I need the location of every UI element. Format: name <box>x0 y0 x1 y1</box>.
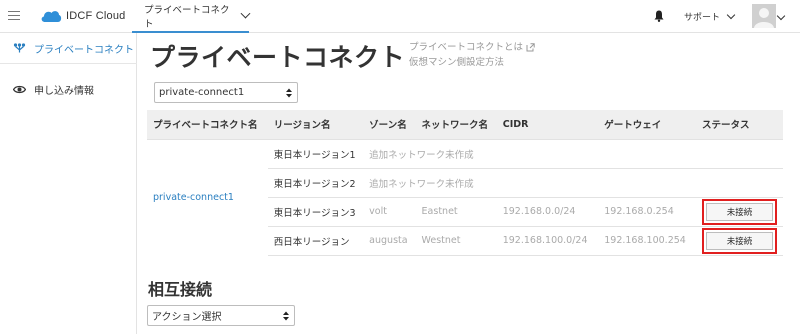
external-link-icon <box>526 43 535 52</box>
cloud-logo-icon <box>41 11 62 22</box>
private-connect-table: プライベートコネクト名 リージョン名 ゾーン名 ネットワーク名 CIDR ゲート… <box>147 110 783 256</box>
top-bar: IDCF Cloud プライベートコネクト サポート <box>0 0 800 33</box>
status-highlight: 未接続 <box>702 227 777 254</box>
menu-icon[interactable] <box>8 11 20 21</box>
zone-cell: augusta <box>363 225 416 256</box>
region-cell: 東日本リージョン2 <box>267 167 364 197</box>
help-links: プライベートコネクトとは 仮想マシン側設定方法 <box>409 40 535 70</box>
support-label: サポート <box>684 13 721 23</box>
column-header: ゲートウェイ <box>598 110 696 139</box>
table-header-row: プライベートコネクト名 リージョン名 ゾーン名 ネットワーク名 CIDR ゲート… <box>147 110 783 139</box>
private-connect-link[interactable]: private-connect1 <box>147 138 268 255</box>
cidr-cell: 192.168.0.0/24 <box>496 196 599 226</box>
network-not-created-cell: 追加ネットワーク未作成 <box>363 167 783 197</box>
select-arrows-icon <box>283 311 289 320</box>
column-header: ネットワーク名 <box>415 110 497 139</box>
support-menu[interactable]: サポート <box>684 10 736 23</box>
column-header: CIDR <box>496 110 599 139</box>
network-not-created-cell: 追加ネットワーク未作成 <box>363 138 783 168</box>
help-link-label: プライベートコネクトとは <box>409 42 524 53</box>
status-cell: 未接続 <box>696 225 783 256</box>
help-link-about[interactable]: プライベートコネクトとは <box>409 40 535 55</box>
chevron-down-icon <box>726 10 736 20</box>
sidebar-item-label: 申し込み情報 <box>34 85 94 97</box>
sidebar: プライベートコネクト 申し込み情報 <box>0 33 137 334</box>
column-header: リージョン名 <box>267 110 364 139</box>
table-row: private-connect1 東日本リージョン1 追加ネットワーク未作成 <box>147 138 783 255</box>
select-value: アクション選択 <box>152 312 222 323</box>
cidr-cell: 192.168.100.0/24 <box>496 225 599 256</box>
zone-cell: volt <box>363 196 416 226</box>
region-cell: 西日本リージョン <box>267 225 364 256</box>
gateway-cell: 192.168.100.254 <box>598 225 696 256</box>
chevron-down-icon[interactable] <box>776 11 786 21</box>
user-icon <box>752 4 776 28</box>
sidebar-divider <box>0 63 137 64</box>
column-header: ステータス <box>696 110 783 139</box>
select-value: private-connect1 <box>159 87 245 98</box>
brand-name: IDCF Cloud <box>66 10 126 22</box>
page-title: プライベートコネクト <box>150 43 406 72</box>
network-icon <box>13 42 26 52</box>
sidebar-item-label: プライベートコネクト <box>34 44 134 56</box>
region-cell: 東日本リージョン1 <box>267 138 364 168</box>
help-link-vm-setup[interactable]: 仮想マシン側設定方法 <box>409 55 535 70</box>
private-connect-select[interactable]: private-connect1 <box>154 82 298 103</box>
status-button[interactable]: 未接続 <box>706 202 773 221</box>
sidebar-item-application-info[interactable]: 申し込み情報 <box>0 76 137 102</box>
chevron-down-icon <box>240 8 251 19</box>
product-switcher[interactable]: プライベートコネクト <box>132 0 251 33</box>
select-arrows-icon <box>286 88 292 97</box>
sidebar-item-private-connect[interactable]: プライベートコネクト <box>0 35 137 61</box>
network-cell: Westnet <box>415 225 497 256</box>
status-highlight: 未接続 <box>702 198 777 225</box>
bell-icon[interactable] <box>654 10 664 22</box>
column-header: ゾーン名 <box>363 110 416 139</box>
avatar[interactable] <box>752 4 776 28</box>
region-cell: 東日本リージョン3 <box>267 196 364 226</box>
brand-logo[interactable]: IDCF Cloud <box>40 7 125 25</box>
status-button[interactable]: 未接続 <box>706 231 773 250</box>
product-label: プライベートコネクト <box>144 4 230 30</box>
interconnect-title: 相互接続 <box>148 280 213 299</box>
eye-icon <box>13 85 26 93</box>
network-cell: Eastnet <box>415 196 497 226</box>
gateway-cell: 192.168.0.254 <box>598 196 696 226</box>
help-link-label: 仮想マシン側設定方法 <box>409 57 505 68</box>
column-header: プライベートコネクト名 <box>147 110 268 139</box>
action-select[interactable]: アクション選択 <box>147 305 295 326</box>
status-cell: 未接続 <box>696 196 783 226</box>
